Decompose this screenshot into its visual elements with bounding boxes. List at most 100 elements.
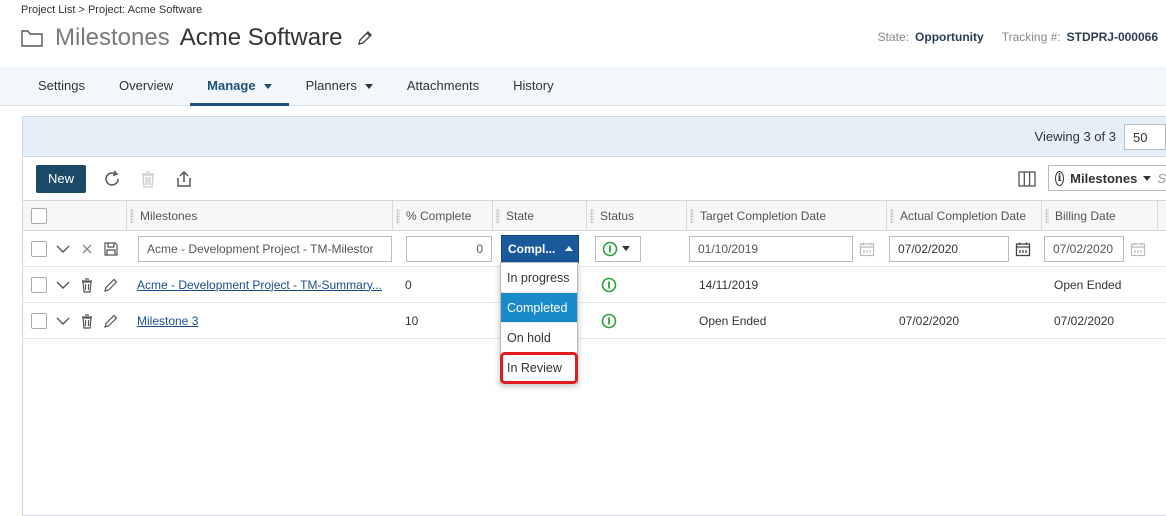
row-controls xyxy=(31,267,119,302)
actual-date-cell: 07/02/2020 xyxy=(899,313,960,328)
milestone-name-input[interactable]: Acme - Development Project - TM-Milestor xyxy=(138,235,392,262)
row-controls xyxy=(31,303,119,338)
tab-label: Settings xyxy=(38,78,85,93)
chevron-down-icon xyxy=(263,83,272,89)
new-button[interactable]: New xyxy=(36,164,86,193)
calendar-icon[interactable] xyxy=(859,241,875,257)
pct-complete-input[interactable]: 0 xyxy=(406,235,492,262)
milestones-grid: Milestones % Complete State Status Targe… xyxy=(23,201,1166,339)
pct-cell: 0 xyxy=(405,277,412,292)
row-controls xyxy=(31,231,119,266)
folder-icon xyxy=(21,30,43,47)
header-actual-date[interactable]: Actual Completion Date xyxy=(886,201,1041,230)
pencil-icon[interactable] xyxy=(103,277,119,293)
chevron-down-icon[interactable] xyxy=(55,241,71,257)
page-size-select[interactable]: 50 xyxy=(1124,123,1166,150)
refresh-icon[interactable] xyxy=(102,169,122,189)
row-checkbox[interactable] xyxy=(31,276,47,293)
header-billing-date[interactable]: Billing Date xyxy=(1041,201,1157,230)
tab-settings[interactable]: Settings xyxy=(21,66,102,106)
tab-history[interactable]: History xyxy=(496,66,570,106)
edit-target-cell: 01/10/2019 xyxy=(689,231,875,266)
milestone-link[interactable]: Acme - Development Project - TM-Summary.… xyxy=(137,278,382,292)
viewing-total: 3 xyxy=(1108,129,1116,144)
row-checkbox[interactable] xyxy=(31,240,47,257)
calendar-icon[interactable] xyxy=(1130,241,1146,257)
state-option-on-hold[interactable]: On hold xyxy=(501,323,577,353)
state-value: Opportunity xyxy=(915,30,984,44)
target-date-cell: Open Ended xyxy=(699,313,767,328)
column-grip[interactable] xyxy=(890,208,894,223)
billing-date-cell: Open Ended xyxy=(1054,277,1122,292)
header-label: State xyxy=(506,208,535,223)
page-title: Milestones xyxy=(55,24,170,51)
trash-icon[interactable] xyxy=(79,313,95,329)
trash-icon[interactable] xyxy=(79,277,95,293)
edit-row: Acme - Development Project - TM-Milestor… xyxy=(23,231,1166,267)
state-select[interactable]: Compl... xyxy=(501,234,579,263)
tab-planners[interactable]: Planners xyxy=(289,66,390,106)
grid-toolbar: New i Milestones S xyxy=(23,157,1166,201)
billing-date-input[interactable]: 07/02/2020 xyxy=(1044,235,1124,262)
column-grip[interactable] xyxy=(690,208,694,223)
columns-icon[interactable] xyxy=(1018,170,1036,188)
pencil-icon[interactable] xyxy=(103,313,119,329)
info-icon: i xyxy=(1055,170,1065,186)
edit-actual-cell: 07/02/2020 xyxy=(889,231,1031,266)
column-grip[interactable] xyxy=(396,208,400,223)
status-ok-icon xyxy=(601,313,617,328)
milestone-link[interactable]: Milestone 3 xyxy=(137,314,198,328)
select-all-checkbox[interactable] xyxy=(31,207,47,224)
tab-overview[interactable]: Overview xyxy=(102,66,190,106)
chevron-down-icon xyxy=(622,246,630,251)
column-grip[interactable] xyxy=(496,208,500,223)
chevron-down-icon xyxy=(364,83,373,89)
header-label: Target Completion Date xyxy=(700,208,827,223)
calendar-icon[interactable] xyxy=(1015,241,1031,257)
state-dropdown: In progress Completed On hold In Review xyxy=(500,262,578,384)
search-hint: S xyxy=(1157,170,1166,186)
target-date-input[interactable]: 01/10/2019 xyxy=(689,235,853,262)
viewing-prefix: Viewing xyxy=(1034,129,1080,144)
target-date-cell: 14/11/2019 xyxy=(699,277,759,292)
state-option-in-review[interactable]: In Review xyxy=(500,352,578,384)
header-pct-complete[interactable]: % Complete xyxy=(392,201,492,230)
actual-date-input[interactable]: 07/02/2020 xyxy=(889,235,1009,262)
row-checkbox[interactable] xyxy=(31,312,47,329)
breadcrumb[interactable]: Project List > Project: Acme Software xyxy=(21,4,202,16)
header-label: Milestones xyxy=(140,208,198,223)
view-selector[interactable]: i Milestones S xyxy=(1048,165,1166,191)
status-ok-icon xyxy=(602,241,618,256)
save-icon[interactable] xyxy=(103,241,119,257)
edit-state-cell: Compl... xyxy=(501,231,579,266)
view-label: Milestones xyxy=(1070,170,1138,186)
column-grip[interactable] xyxy=(590,208,594,223)
state-option-in-progress[interactable]: In progress xyxy=(501,263,577,293)
state-meta: State: Opportunity xyxy=(878,30,984,44)
table-row: Acme - Development Project - TM-Summary.… xyxy=(23,267,1166,303)
header-target-date[interactable]: Target Completion Date xyxy=(686,201,886,230)
chevron-down-icon[interactable] xyxy=(55,277,71,293)
project-name: Acme Software xyxy=(179,24,343,51)
column-grip[interactable] xyxy=(1045,208,1049,223)
tab-attachments[interactable]: Attachments xyxy=(390,66,496,106)
header-milestones[interactable]: Milestones xyxy=(126,201,392,230)
export-icon[interactable] xyxy=(174,169,194,189)
chevron-down-icon[interactable] xyxy=(55,313,71,329)
header-label: Actual Completion Date xyxy=(900,208,1027,223)
state-option-completed[interactable]: Completed xyxy=(501,293,577,323)
pencil-icon[interactable] xyxy=(356,29,374,47)
tab-manage[interactable]: Manage xyxy=(190,66,289,106)
billing-date-cell: 07/02/2020 xyxy=(1054,313,1115,328)
header-overflow xyxy=(1157,201,1166,230)
viewing-shown: 3 xyxy=(1083,129,1091,144)
close-icon[interactable] xyxy=(79,241,95,257)
grid-header: Milestones % Complete State Status Targe… xyxy=(23,201,1166,231)
header-status[interactable]: Status xyxy=(586,201,686,230)
header-state[interactable]: State xyxy=(492,201,586,230)
chevron-up-icon xyxy=(565,246,574,251)
column-grip[interactable] xyxy=(130,208,134,223)
tracking-meta: Tracking #: STDPRJ-000066 xyxy=(1002,30,1158,44)
tab-bar: Settings Overview Manage Planners Attach… xyxy=(0,66,1166,106)
status-select[interactable] xyxy=(595,235,641,262)
